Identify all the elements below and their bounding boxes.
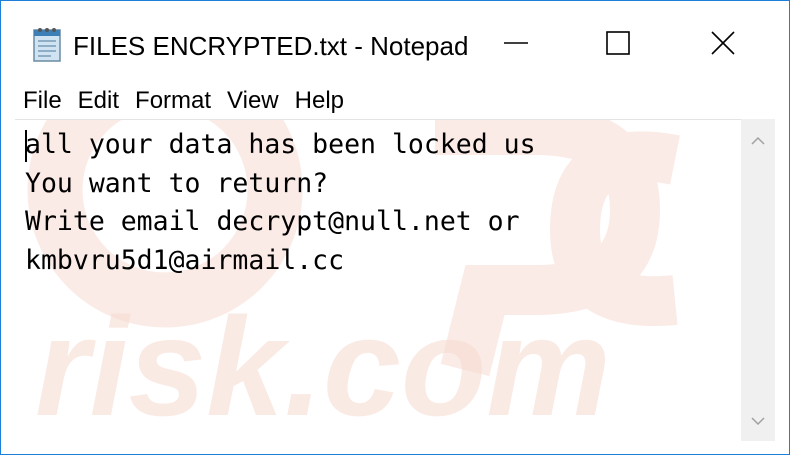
text-content: all your data has been locked us You want…: [25, 126, 536, 280]
text-line: all your data has been locked us: [25, 129, 536, 160]
title-bar[interactable]: FILES ENCRYPTED.txt - Notepad: [1, 1, 789, 83]
scroll-up-button[interactable]: [741, 125, 775, 159]
close-icon: [710, 30, 736, 61]
text-line: Write email decrypt@null.net or: [25, 206, 520, 237]
minimize-icon: [503, 30, 529, 61]
menu-edit[interactable]: Edit: [78, 85, 119, 117]
text-line: You want to return?: [25, 167, 329, 199]
text-editor[interactable]: risk.com all your data has been locked u…: [15, 119, 741, 441]
menu-file[interactable]: File: [23, 85, 62, 117]
chevron-down-icon: [751, 413, 765, 431]
window-title: FILES ENCRYPTED.txt - Notepad: [73, 31, 469, 61]
close-button[interactable]: [688, 15, 758, 75]
vertical-scrollbar[interactable]: [741, 119, 775, 441]
menu-help[interactable]: Help: [295, 85, 344, 117]
notepad-icon[interactable]: [31, 27, 65, 63]
menu-format[interactable]: Format: [135, 85, 211, 117]
text-line: kmbvru5d1@airmail.cc: [25, 244, 345, 276]
minimize-button[interactable]: [481, 15, 551, 75]
menu-view[interactable]: View: [227, 85, 279, 117]
maximize-icon: [605, 30, 631, 61]
notepad-window: FILES ENCRYPTED.txt - Notepad File Edit …: [0, 0, 790, 455]
menu-bar: File Edit Format View Help: [1, 85, 789, 117]
watermark-text: risk.com: [35, 288, 611, 441]
maximize-button[interactable]: [583, 15, 653, 75]
chevron-up-icon: [751, 133, 765, 151]
scroll-down-button[interactable]: [741, 405, 775, 439]
